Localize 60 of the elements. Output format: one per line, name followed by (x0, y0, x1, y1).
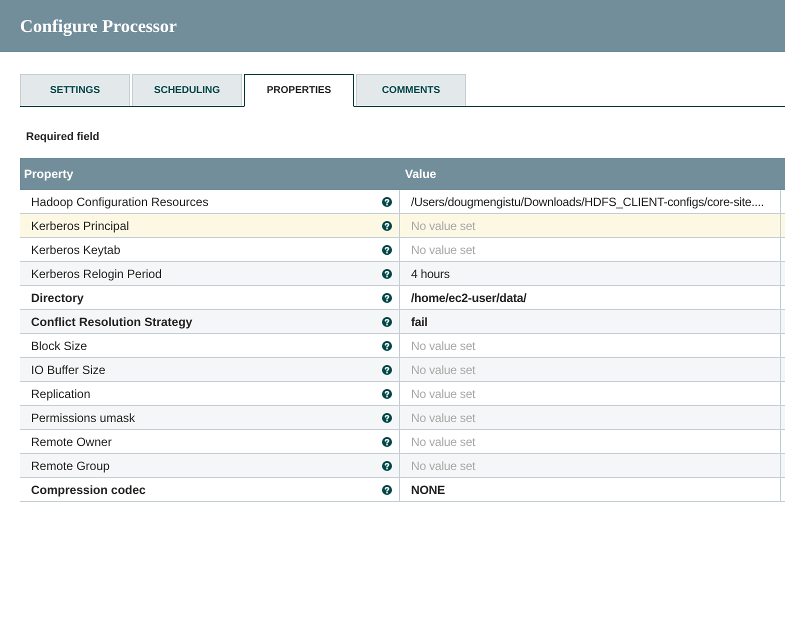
property-name: Permissions umask (31, 410, 136, 426)
property-value: /home/ec2-user/data/ (411, 290, 526, 306)
property-name: Block Size (31, 338, 88, 354)
property-name: Compression codec (31, 482, 147, 498)
property-value: No value set (411, 386, 476, 402)
property-name: Remote Owner (31, 434, 113, 450)
property-name: Kerberos Relogin Period (31, 266, 163, 282)
property-value: No value set (411, 362, 476, 378)
property-value: No value set (411, 434, 476, 450)
property-value: No value set (411, 458, 476, 474)
column-header: Property (24, 167, 74, 181)
property-name: Kerberos Keytab (31, 242, 122, 258)
property-value: No value set (411, 338, 476, 354)
tab[interactable]: COMMENTS (356, 74, 466, 106)
table-row[interactable]: Block Size No value set (20, 334, 785, 358)
property-value: No value set (411, 410, 476, 426)
table-row[interactable]: Kerberos Keytab No value set (20, 238, 785, 262)
property-value: No value set (411, 218, 476, 234)
table-row[interactable]: Remote Owner No value set (20, 430, 785, 454)
property-name: IO Buffer Size (31, 362, 106, 378)
property-value: fail (411, 314, 428, 330)
table-row[interactable]: Conflict Resolution Strategy fail (20, 310, 785, 334)
property-name: Directory (31, 290, 85, 306)
help-icon[interactable] (382, 196, 392, 206)
help-icon[interactable] (382, 268, 392, 278)
tab[interactable]: PROPERTIES (244, 74, 354, 107)
table-row[interactable]: Kerberos Principal No value set (20, 214, 785, 238)
property-value: /Users/dougmengistu/Downloads/HDFS_CLIENT-configs/core-site.... (411, 194, 764, 210)
table-row[interactable]: Permissions umask No value set (20, 406, 785, 430)
table-row[interactable]: IO Buffer Size No value set (20, 358, 785, 382)
column-header: Value (405, 167, 436, 181)
table-row[interactable]: Remote Group No value set (20, 454, 785, 478)
help-icon[interactable] (382, 244, 392, 254)
help-icon[interactable] (382, 316, 392, 326)
property-name: Replication (31, 386, 92, 402)
help-icon[interactable] (382, 292, 392, 302)
property-name: Conflict Resolution Strategy (31, 314, 194, 330)
property-name: Hadoop Configuration Resources (31, 194, 210, 210)
table-row[interactable]: Compression codec NONE (20, 478, 785, 502)
help-icon[interactable] (382, 436, 392, 446)
table-row[interactable]: Kerberos Relogin Period 4 hours (20, 262, 785, 286)
tab[interactable]: SETTINGS (20, 74, 130, 106)
table-row[interactable]: Directory /home/ec2-user/data/ (20, 286, 785, 310)
dialog-title: Configure Processor (20, 14, 177, 38)
required-field-note: Required field (26, 131, 100, 143)
help-icon[interactable] (382, 484, 392, 494)
property-name: Remote Group (31, 458, 111, 474)
help-icon[interactable] (382, 388, 392, 398)
tab[interactable]: SCHEDULING (132, 74, 242, 106)
help-icon[interactable] (382, 460, 392, 470)
property-value: No value set (411, 242, 476, 258)
help-icon[interactable] (382, 364, 392, 374)
help-icon[interactable] (382, 340, 392, 350)
property-value: 4 hours (411, 266, 450, 282)
table-row[interactable]: Hadoop Configuration Resources /Users/dougmengistu/Downloads/HDFS_CLIENT-configs/core-site.... (20, 190, 785, 214)
property-name: Kerberos Principal (31, 218, 130, 234)
table-row[interactable]: Replication No value set (20, 382, 785, 406)
help-icon[interactable] (382, 220, 392, 230)
property-value: NONE (411, 482, 445, 498)
help-icon[interactable] (382, 412, 392, 422)
